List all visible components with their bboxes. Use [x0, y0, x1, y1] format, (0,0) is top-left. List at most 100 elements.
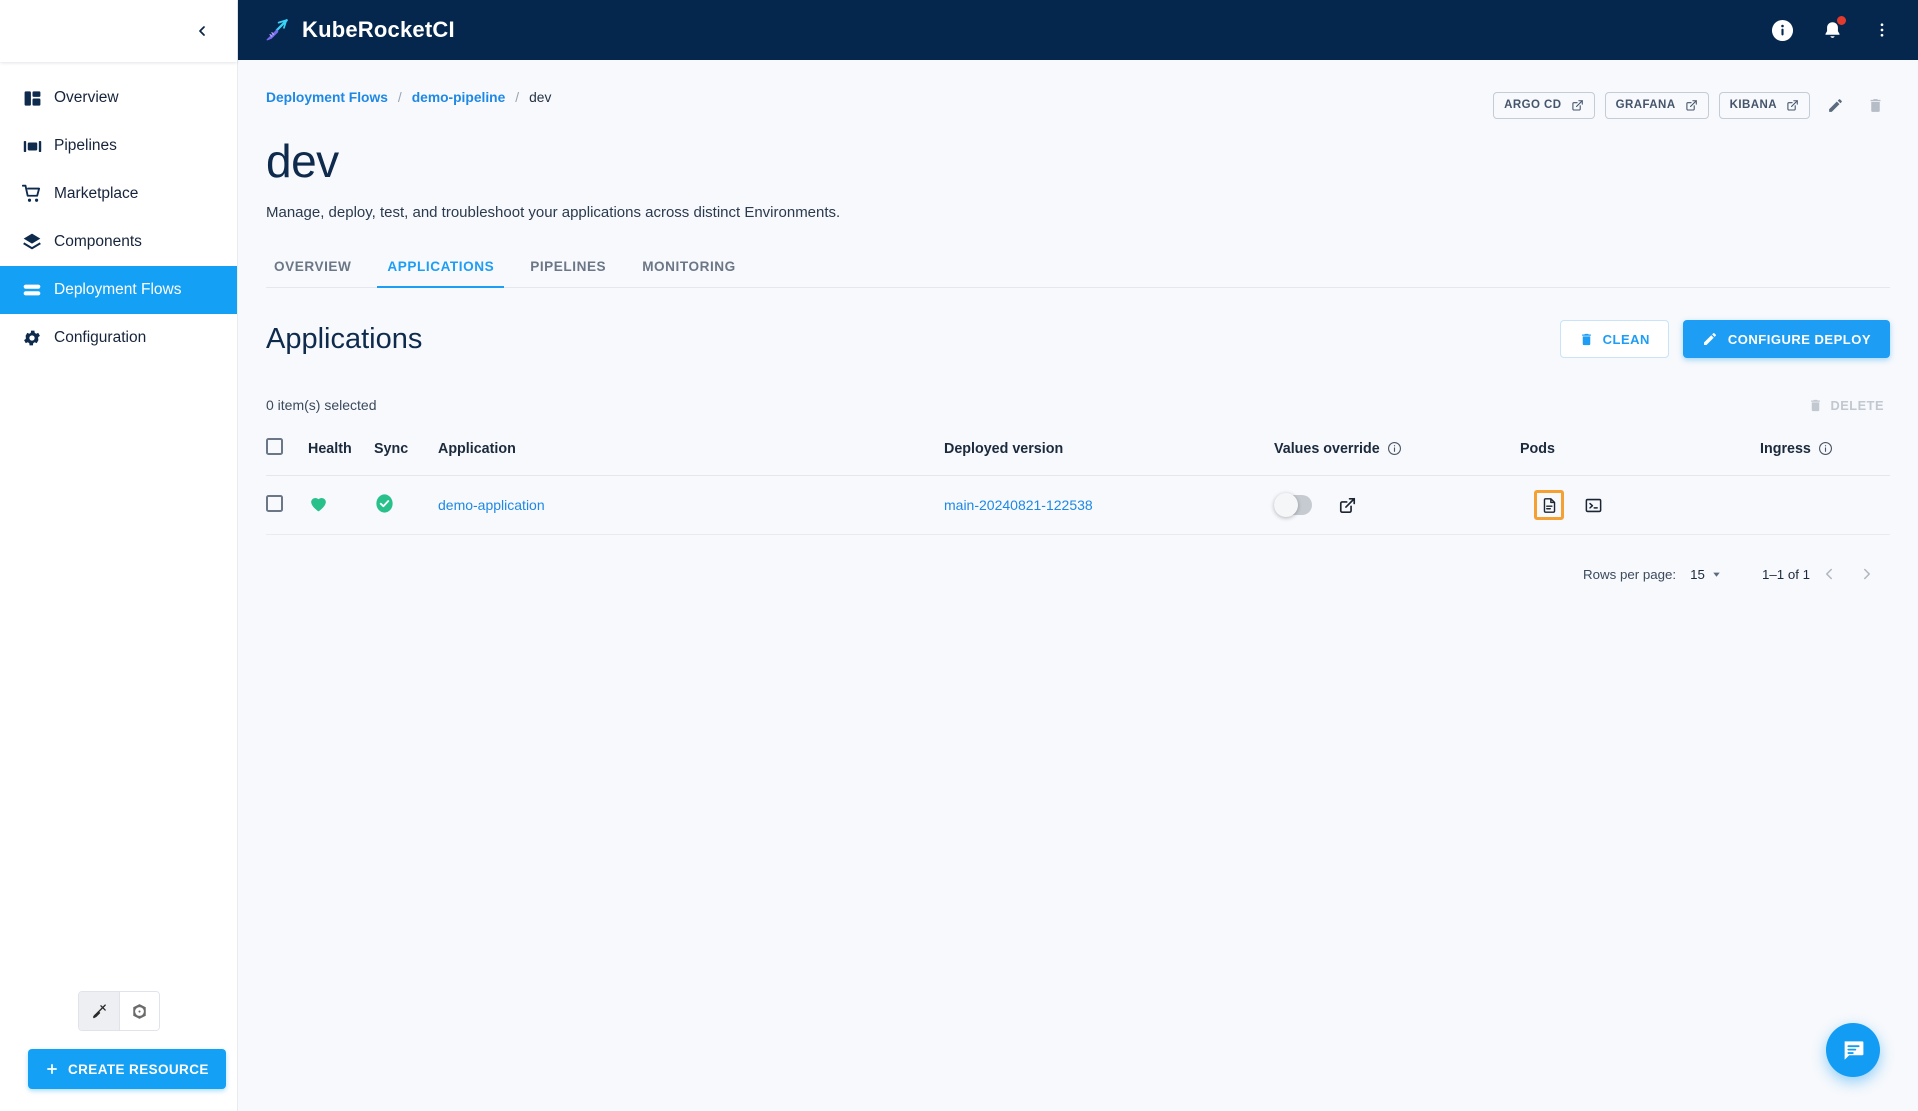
column-ingress-label: Ingress: [1760, 440, 1811, 457]
clean-button[interactable]: CLEAN: [1559, 320, 1669, 358]
sidebar-item-label: Pipelines: [54, 137, 117, 154]
grafana-label: GRAFANA: [1615, 99, 1676, 111]
sidebar-footer: CREATE RESOURCE: [0, 991, 237, 1111]
column-health: Health: [308, 428, 374, 476]
configure-deploy-button[interactable]: CONFIGURE DEPLOY: [1682, 320, 1890, 358]
terminal-icon: [1585, 498, 1601, 512]
grafana-button[interactable]: GRAFANA: [1604, 91, 1709, 119]
heart-icon: [311, 497, 326, 512]
row-ingress-cell: [1760, 475, 1890, 535]
sidebar-item-configuration[interactable]: Configuration: [0, 314, 237, 362]
chevron-down-icon: [1713, 572, 1720, 577]
info-icon[interactable]: [1387, 441, 1402, 456]
column-sync: Sync: [374, 428, 438, 476]
breadcrumb-item-demo-pipeline[interactable]: demo-pipeline: [412, 90, 506, 105]
breadcrumb-separator: /: [397, 90, 402, 105]
select-all-checkbox[interactable]: [266, 438, 283, 455]
kibana-label: KIBANA: [1729, 99, 1777, 111]
app-root: Overview Pipelines Marketplace Component…: [0, 0, 1918, 1111]
pagination-prev-button[interactable]: [1810, 555, 1848, 593]
main-area: KubeRocketCI Deployment Flows / demo-pip…: [238, 0, 1918, 1111]
clean-label: CLEAN: [1602, 331, 1650, 347]
argo-cd-label: ARGO CD: [1504, 99, 1562, 111]
page-title: dev: [266, 135, 339, 187]
kibana-button[interactable]: KIBANA: [1718, 91, 1810, 119]
top-bar: KubeRocketCI: [238, 0, 1918, 60]
row-pods-cell: [1520, 475, 1760, 535]
argo-cd-button[interactable]: ARGO CD: [1493, 91, 1595, 119]
sidebar: Overview Pipelines Marketplace Component…: [0, 0, 238, 1111]
trash-icon: [1810, 399, 1820, 411]
chat-icon: [1844, 1040, 1863, 1060]
section-header: Applications CLEAN CONFIGURE DEPLOY: [266, 320, 1890, 358]
breadcrumb-row: Deployment Flows / demo-pipeline / dev A…: [266, 60, 1890, 120]
collapse-sidebar-button[interactable]: [189, 18, 215, 44]
notification-badge: [1837, 16, 1846, 25]
view-mode-toggle-group: [78, 991, 160, 1031]
breadcrumb-separator: /: [515, 90, 520, 105]
column-ingress: Ingress: [1760, 428, 1890, 476]
breadcrumb-item-current: dev: [529, 90, 552, 105]
view-mode-kuberocket-button[interactable]: [79, 992, 119, 1030]
values-override-toggle[interactable]: [1274, 493, 1312, 517]
pagination: Rows per page: 15 1–1 of 1: [266, 555, 1890, 593]
create-resource-label: CREATE RESOURCE: [68, 1061, 209, 1077]
table-header-row: Health Sync Application Deployed version…: [266, 428, 1890, 476]
delete-environment-button[interactable]: [1860, 90, 1890, 120]
breadcrumb-item-deployment-flows[interactable]: Deployment Flows: [266, 90, 388, 105]
sidebar-item-overview[interactable]: Overview: [0, 74, 237, 122]
sidebar-item-components[interactable]: Components: [0, 218, 237, 266]
pod-logs-button[interactable]: [1534, 490, 1564, 520]
topbar-icons: [1768, 16, 1896, 44]
delete-selected-button[interactable]: DELETE: [1808, 398, 1890, 413]
deployed-version-link[interactable]: main-20240821-122538: [944, 497, 1093, 513]
brand-name: KubeRocketCI: [302, 17, 455, 42]
info-icon[interactable]: [1818, 441, 1833, 456]
row-application-cell: demo-application: [438, 475, 944, 535]
values-override-open-button[interactable]: [1332, 490, 1362, 520]
column-application: Application: [438, 428, 944, 476]
edit-environment-button[interactable]: [1820, 90, 1850, 120]
check-circle-icon: [376, 494, 393, 513]
info-icon[interactable]: [1768, 16, 1796, 44]
pod-terminal-button[interactable]: [1578, 490, 1608, 520]
external-link-icon: [1787, 99, 1798, 111]
row-health-cell: [308, 475, 374, 535]
sidebar-item-deployment-flows[interactable]: Deployment Flows: [0, 266, 237, 314]
table-body: demo-application main-20240821-122538: [266, 475, 1890, 535]
external-link-icon: [1685, 99, 1697, 111]
more-vertical-icon[interactable]: [1868, 16, 1896, 44]
trash-icon: [1870, 98, 1880, 112]
external-link-icon: [1571, 99, 1583, 111]
external-link-icon: [1339, 497, 1355, 513]
pencil-icon: [1703, 333, 1716, 345]
column-select-all: [266, 428, 308, 476]
sidebar-item-pipelines[interactable]: Pipelines: [0, 122, 237, 170]
brand[interactable]: KubeRocketCI: [264, 17, 455, 43]
notifications-bell-icon[interactable]: [1818, 16, 1846, 44]
sidebar-item-marketplace[interactable]: Marketplace: [0, 170, 237, 218]
plus-icon: [47, 1064, 57, 1074]
sidebar-item-label: Overview: [54, 89, 119, 106]
table-row: demo-application main-20240821-122538: [266, 475, 1890, 535]
tab-monitoring[interactable]: MONITORING: [624, 259, 754, 287]
rows-per-page-select[interactable]: 15: [1690, 567, 1722, 582]
create-resource-button[interactable]: CREATE RESOURCE: [28, 1049, 226, 1089]
page-subtitle: Manage, deploy, test, and troubleshoot y…: [266, 204, 841, 221]
toggle-knob: [1274, 493, 1298, 517]
view-mode-kubernetes-button[interactable]: [119, 992, 159, 1030]
dashboard-icon: [10, 89, 54, 108]
column-values-override: Values override: [1274, 428, 1520, 476]
cart-icon: [10, 184, 54, 204]
row-checkbox[interactable]: [266, 495, 283, 512]
sidebar-nav: Overview Pipelines Marketplace Component…: [0, 74, 237, 362]
chat-fab-button[interactable]: [1826, 1023, 1880, 1077]
gear-icon: [10, 328, 54, 348]
table-head: Health Sync Application Deployed version…: [266, 428, 1890, 476]
tab-overview[interactable]: OVERVIEW: [266, 259, 369, 287]
pagination-next-button[interactable]: [1848, 555, 1886, 593]
tab-applications[interactable]: APPLICATIONS: [369, 259, 512, 288]
application-link[interactable]: demo-application: [438, 497, 545, 513]
tab-pipelines[interactable]: PIPELINES: [512, 259, 624, 287]
applications-table: Health Sync Application Deployed version…: [266, 428, 1890, 535]
